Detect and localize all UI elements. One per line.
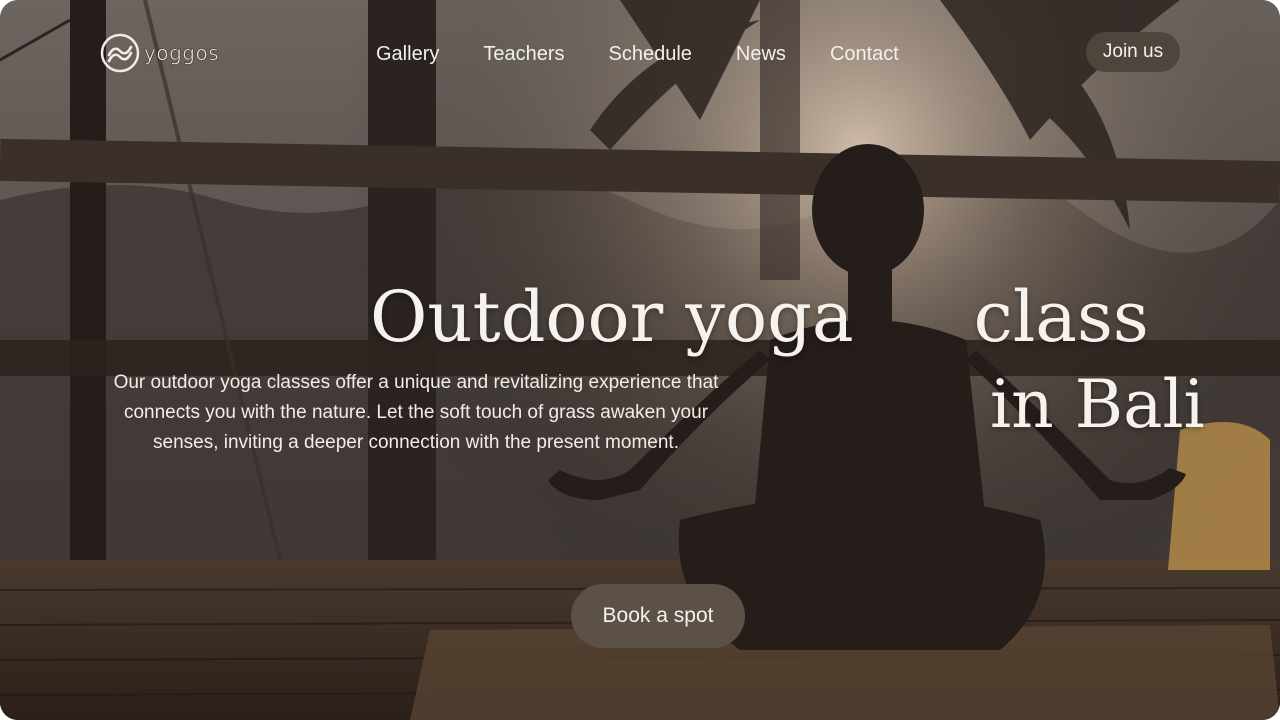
page-frame: yoggos Gallery Teachers Schedule News Co… xyxy=(0,0,1280,720)
waves-logo-icon xyxy=(100,33,140,73)
nav-item-news[interactable]: News xyxy=(736,43,786,66)
hero-title: Outdoor yoga class xyxy=(370,272,1149,362)
brand-logo[interactable]: yoggos xyxy=(100,32,219,74)
nav-item-contact[interactable]: Contact xyxy=(830,43,899,66)
book-spot-button[interactable]: Book a spot xyxy=(571,584,745,648)
hero-title-part2: class xyxy=(973,276,1149,358)
brand-name: yoggos xyxy=(144,41,220,66)
nav-item-gallery[interactable]: Gallery xyxy=(376,43,439,66)
hero-title-part1: Outdoor yoga xyxy=(370,276,854,358)
nav-item-schedule[interactable]: Schedule xyxy=(609,43,692,66)
hero-title-line2: in Bali xyxy=(990,366,1205,443)
join-us-button[interactable]: Join us xyxy=(1086,32,1180,72)
main-nav: Gallery Teachers Schedule News Contact xyxy=(376,40,899,68)
hero-description: Our outdoor yoga classes offer a unique … xyxy=(113,372,719,453)
nav-item-teachers[interactable]: Teachers xyxy=(483,43,564,66)
